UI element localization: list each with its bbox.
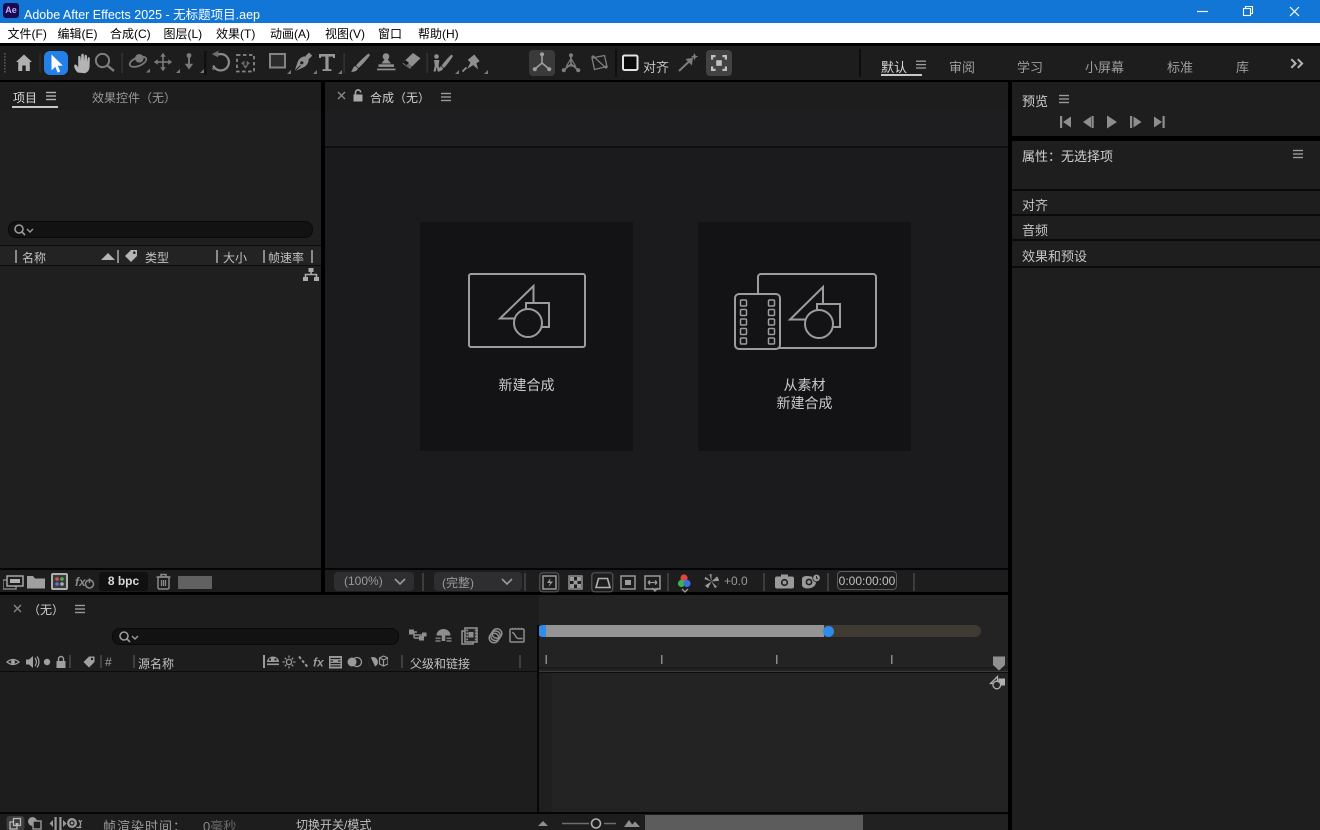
- svg-text:fx: fx: [313, 656, 325, 670]
